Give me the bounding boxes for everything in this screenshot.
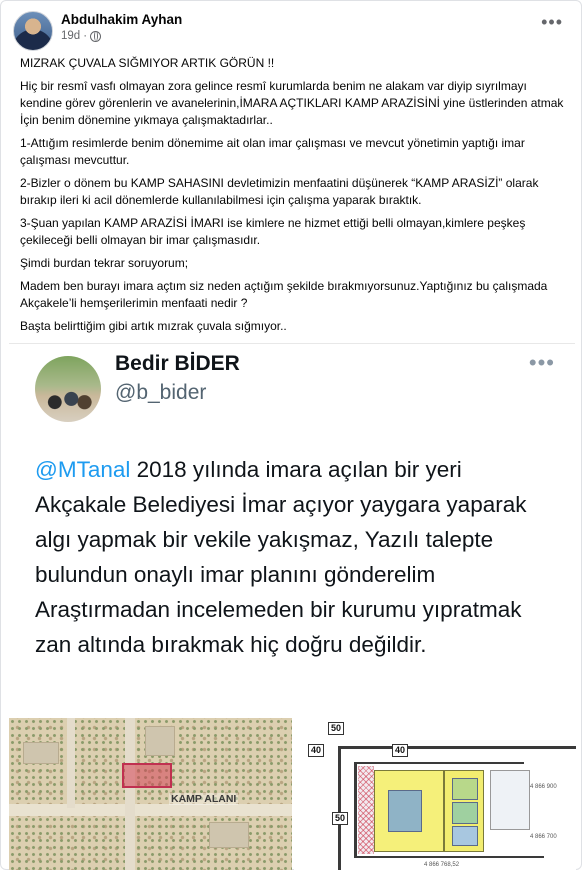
- plan-lot: [452, 802, 478, 824]
- plan-road: [338, 746, 576, 749]
- satellite-map-image[interactable]: KAMP ALANI: [9, 718, 292, 870]
- plan-road: [354, 762, 524, 764]
- post-text: MIZRAK ÇUVALA SIĞMIYOR ARTIK GÖRÜN !! Hi…: [20, 55, 568, 341]
- tweet-more-icon: •••: [528, 350, 555, 375]
- plan-hatched-zone: [358, 766, 374, 854]
- plan-lot: [452, 826, 478, 846]
- plan-zone: [490, 770, 530, 830]
- map-road: [9, 804, 292, 816]
- map-road: [67, 718, 75, 808]
- tweet-body: @MTanal 2018 yılında imara açılan bir ye…: [35, 452, 555, 662]
- post-paragraph: Madem ben burayı imara açtım siz neden a…: [20, 279, 548, 310]
- post-paragraph: 1-Attığım resimlerde benim dönemime ait …: [20, 136, 525, 167]
- post-time[interactable]: 19d: [61, 30, 80, 42]
- meta-separator: ·: [83, 30, 88, 42]
- plan-road-width-label: 40: [308, 744, 325, 757]
- map-building: [145, 726, 175, 756]
- tweet-author-handle: @b_bider: [115, 381, 207, 404]
- plan-coordinate: 4 866 900: [530, 784, 557, 790]
- more-horizontal-icon[interactable]: •••: [541, 13, 563, 31]
- post-meta: 19d ·: [61, 30, 102, 42]
- plan-road: [338, 746, 341, 870]
- map-road: [125, 718, 135, 870]
- map-building: [23, 742, 59, 764]
- author-name[interactable]: Abdulhakim Ayhan: [61, 12, 182, 27]
- post-paragraph: Başta belirttiğim gibi artık mızrak çuva…: [20, 319, 287, 333]
- plan-road-width-label: 50: [332, 812, 349, 825]
- post-paragraph: MIZRAK ÇUVALA SIĞMIYOR ARTIK GÖRÜN !!: [20, 56, 275, 70]
- zoning-plan-image[interactable]: 50 40 40 50 4 866 900 4 866 700 4 866 76…: [294, 718, 576, 870]
- facebook-post: Abdulhakim Ayhan 19d · ••• MIZRAK ÇUVALA…: [0, 0, 582, 870]
- plan-road-width-label: 40: [392, 744, 409, 757]
- plan-road: [354, 856, 544, 858]
- post-paragraph: 2-Bizler o dönem bu KAMP SAHASINI devlet…: [20, 176, 539, 207]
- post-paragraph: Hiç bir resmî vasfı olmayan zora gelince…: [20, 79, 564, 127]
- tweet-author-avatar: [35, 356, 101, 422]
- map-building: [209, 822, 249, 848]
- globe-icon[interactable]: [90, 30, 102, 42]
- camp-area-highlight: [122, 763, 172, 788]
- post-paragraph: 3-Şuan yapılan KAMP ARAZİSİ İMARI ise ki…: [20, 216, 526, 247]
- plan-road: [354, 762, 357, 858]
- plan-coordinate: 4 866 768,52: [424, 862, 460, 868]
- camp-area-label: KAMP ALANI: [169, 793, 239, 805]
- tweet-author-name: Bedir BİDER: [115, 352, 240, 375]
- plan-lot: [388, 790, 422, 832]
- author-avatar[interactable]: [13, 11, 53, 51]
- tweet-text: 2018 yılında imara açılan bir yeri Akçak…: [35, 457, 527, 657]
- plan-coordinate: 4 866 700: [530, 834, 557, 840]
- plan-lot: [452, 778, 478, 800]
- plan-road-width-label: 50: [328, 722, 345, 735]
- tweet-mention: @MTanal: [35, 457, 131, 482]
- tweet-screenshot[interactable]: Bedir BİDER @b_bider ••• @MTanal 2018 yı…: [9, 343, 575, 712]
- post-paragraph: Şimdi burdan tekrar soruyorum;: [20, 256, 189, 270]
